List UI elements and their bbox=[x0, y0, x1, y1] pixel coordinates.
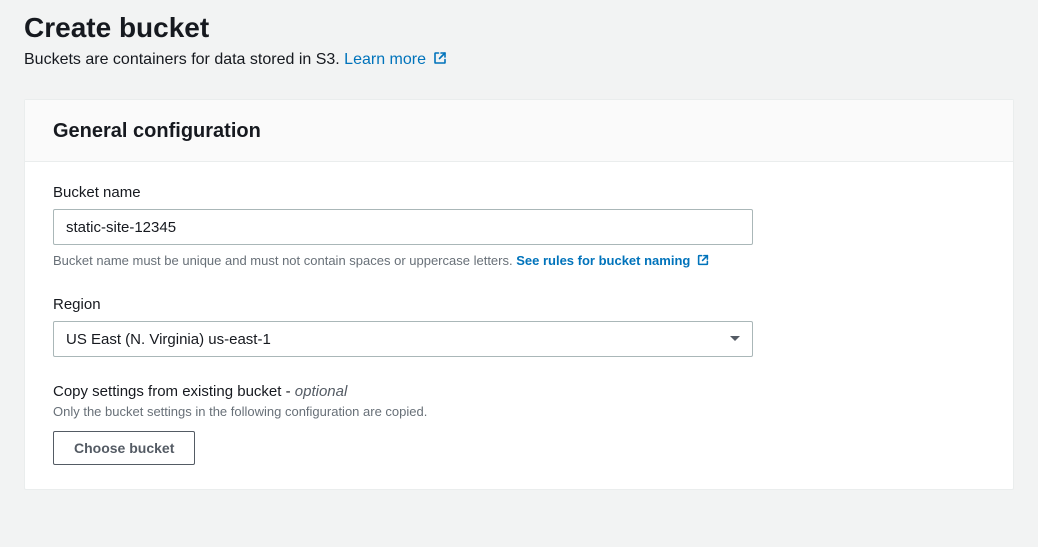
copy-settings-label-text: Copy settings from existing bucket - bbox=[53, 383, 295, 400]
learn-more-link[interactable]: Learn more bbox=[344, 51, 448, 68]
learn-more-text: Learn more bbox=[344, 51, 426, 68]
external-link-icon bbox=[432, 50, 448, 71]
bucket-naming-rules-link[interactable]: See rules for bucket naming bbox=[516, 253, 710, 268]
rules-link-text: See rules for bucket naming bbox=[516, 253, 690, 268]
region-field: Region US East (N. Virginia) us-east-1 bbox=[53, 296, 985, 357]
bucket-name-label: Bucket name bbox=[53, 184, 985, 201]
page-title: Create bucket bbox=[24, 10, 1014, 46]
region-selected-value: US East (N. Virginia) us-east-1 bbox=[66, 331, 271, 348]
region-label: Region bbox=[53, 296, 985, 313]
copy-settings-field: Copy settings from existing bucket - opt… bbox=[53, 383, 985, 465]
copy-settings-help: Only the bucket settings in the followin… bbox=[53, 404, 985, 419]
choose-bucket-button[interactable]: Choose bucket bbox=[53, 431, 195, 465]
subtitle-text: Buckets are containers for data stored i… bbox=[24, 51, 344, 68]
copy-settings-optional: optional bbox=[295, 383, 348, 400]
bucket-name-field: Bucket name Bucket name must be unique a… bbox=[53, 184, 985, 270]
external-link-icon bbox=[696, 253, 710, 270]
bucket-name-help: Bucket name must be unique and must not … bbox=[53, 253, 985, 270]
panel-title: General configuration bbox=[53, 120, 985, 143]
region-select[interactable]: US East (N. Virginia) us-east-1 bbox=[53, 321, 753, 357]
bucket-name-input[interactable] bbox=[53, 209, 753, 245]
bucket-name-help-text: Bucket name must be unique and must not … bbox=[53, 253, 516, 268]
page-subtitle: Buckets are containers for data stored i… bbox=[24, 50, 1014, 71]
copy-settings-label: Copy settings from existing bucket - opt… bbox=[53, 383, 985, 400]
panel-header: General configuration bbox=[25, 100, 1013, 162]
general-config-panel: General configuration Bucket name Bucket… bbox=[24, 99, 1014, 490]
